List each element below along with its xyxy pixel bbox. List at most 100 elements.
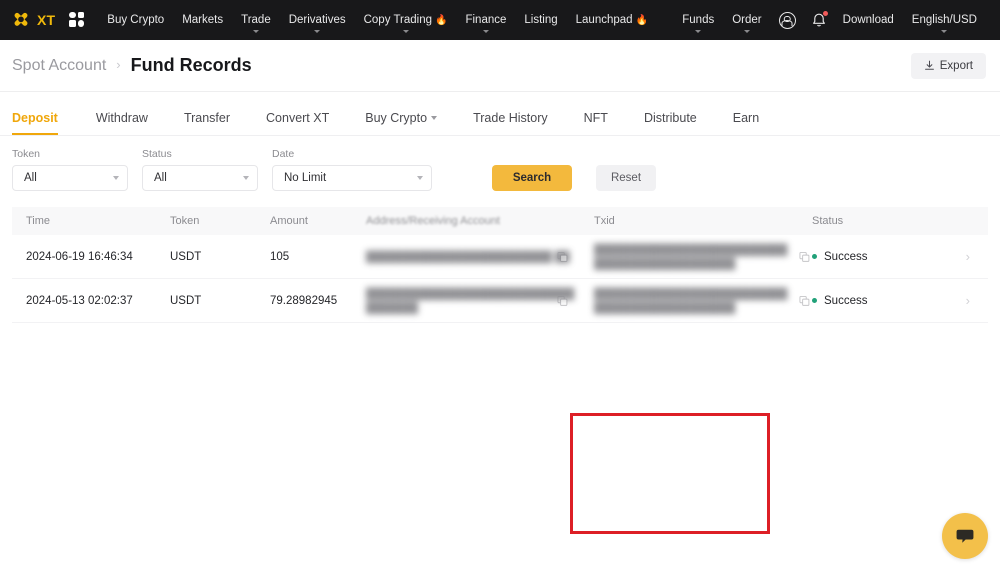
chevron-down-icon [695,30,701,33]
table-row[interactable]: 2024-06-19 16:46:34USDT105██████████████… [12,235,988,279]
tab-label: Withdraw [96,111,148,125]
token-filter: Token All [12,148,128,191]
cell-amount: 105 [270,251,366,263]
page-header: Spot Account › Fund Records Export [0,40,1000,92]
tab-label: Earn [733,111,759,125]
chevron-down-icon [483,30,489,33]
column-header-amount: Amount [270,215,366,227]
cell-address: ████████████████████████████ ███████ [366,287,576,315]
nav-item-finance[interactable]: Finance [456,0,515,40]
nav-item-funds[interactable]: Funds [673,0,723,40]
nav-item-derivatives[interactable]: Derivatives [280,0,355,40]
tab-transfer[interactable]: Transfer [166,111,248,135]
tab-convert-xt[interactable]: Convert XT [248,111,347,135]
nav-item-label: Markets [182,14,223,26]
nav-item-funds-label: Funds [682,14,714,26]
tab-buy-crypto[interactable]: Buy Crypto [347,111,455,135]
tab-label: Trade History [473,111,548,125]
status-filter: Status All [142,148,258,191]
nav-item-buy-crypto[interactable]: Buy Crypto [98,0,173,40]
tab-label: NFT [584,111,608,125]
cell-token: USDT [170,295,270,307]
xt-logo-icon [10,9,32,31]
cell-status: Success › [788,249,988,264]
column-header-status: Status [788,215,988,227]
date-filter-label: Date [272,148,432,160]
date-select[interactable]: No Limit [272,165,432,191]
nav-item-label: Copy Trading [364,14,432,26]
nav-item-order[interactable]: Order [723,0,770,40]
table-row[interactable]: 2024-05-13 02:02:37USDT79.28982945██████… [12,279,988,323]
user-circle-icon [779,12,796,29]
nav-item-label: Trade [241,14,271,26]
tab-label: Transfer [184,111,230,125]
status-badge: Success [824,251,867,263]
chevron-right-icon[interactable]: › [966,249,970,264]
nav-item-download[interactable]: Download [834,0,903,40]
cell-time: 2024-05-13 02:02:37 [12,295,170,307]
cell-txid-value: ████████████████████████████████████████… [594,288,787,314]
tab-label: Distribute [644,111,697,125]
nav-item-listing[interactable]: Listing [515,0,566,40]
nav-item-markets[interactable]: Markets [173,0,232,40]
nav-item-copy-trading[interactable]: Copy Trading🔥 [355,0,457,40]
status-select-value: All [154,172,167,184]
nav-item-launchpad[interactable]: Launchpad🔥 [567,0,657,40]
copy-address-icon[interactable] [557,295,568,306]
nav-item-label: Finance [465,14,506,26]
page-title: Fund Records [131,55,252,76]
nav-item-order-label: Order [732,14,761,26]
column-header-txid: Txid [576,215,788,227]
txid-highlight-annotation [570,413,770,534]
chevron-down-icon [243,176,249,180]
chevron-down-icon [431,116,437,120]
tab-earn[interactable]: Earn [715,111,777,135]
reset-button[interactable]: Reset [596,165,656,191]
cell-address-value: █████████████████████████ ██ [366,251,570,263]
status-select[interactable]: All [142,165,258,191]
nav-item-download-label: Download [843,14,894,26]
brand-name: XT [37,12,55,28]
breadcrumb-separator-icon: › [116,57,120,72]
chevron-right-icon[interactable]: › [966,293,970,308]
token-select[interactable]: All [12,165,128,191]
chevron-down-icon [403,30,409,33]
token-select-value: All [24,172,37,184]
nav-item-label: Listing [524,14,557,26]
copy-txid-icon[interactable] [799,295,810,306]
cell-txid-value: ████████████████████████████████████████… [594,244,787,270]
support-chat-button[interactable] [942,513,988,559]
cell-token: USDT [170,251,270,263]
export-label: Export [940,60,973,72]
copy-txid-icon[interactable] [799,251,810,262]
table-header-row: Time Token Amount Address/Receiving Acco… [12,207,988,235]
status-filter-label: Status [142,148,258,160]
export-button[interactable]: Export [911,53,986,79]
tab-trade-history[interactable]: Trade History [455,111,566,135]
brand-logo[interactable]: XT [10,9,55,31]
tab-label: Deposit [12,111,58,125]
search-button[interactable]: Search [492,165,572,191]
nav-item-label: Buy Crypto [107,14,164,26]
cell-address: █████████████████████████ ██ [366,250,576,264]
table-body: 2024-06-19 16:46:34USDT105██████████████… [12,235,988,323]
chevron-down-icon [113,176,119,180]
nav-item-label: Launchpad [576,14,633,26]
nav-item-label: Derivatives [289,14,346,26]
tab-deposit[interactable]: Deposit [12,111,78,135]
tab-nft[interactable]: NFT [566,111,626,135]
tab-withdraw[interactable]: Withdraw [78,111,166,135]
grid-apps-icon[interactable] [69,12,84,27]
account-button[interactable] [771,0,804,40]
nav-item-trade[interactable]: Trade [232,0,280,40]
fire-icon: 🔥 [636,15,648,26]
copy-address-icon[interactable] [557,251,568,262]
nav-item-language[interactable]: English/USD [903,0,986,40]
date-filter: Date No Limit [272,148,432,191]
tab-distribute[interactable]: Distribute [626,111,715,135]
chat-bubble-icon [954,525,976,547]
tab-label: Buy Crypto [365,111,427,125]
notifications-button[interactable] [804,0,834,40]
chevron-down-icon [417,176,423,180]
breadcrumb-parent[interactable]: Spot Account [12,57,106,75]
